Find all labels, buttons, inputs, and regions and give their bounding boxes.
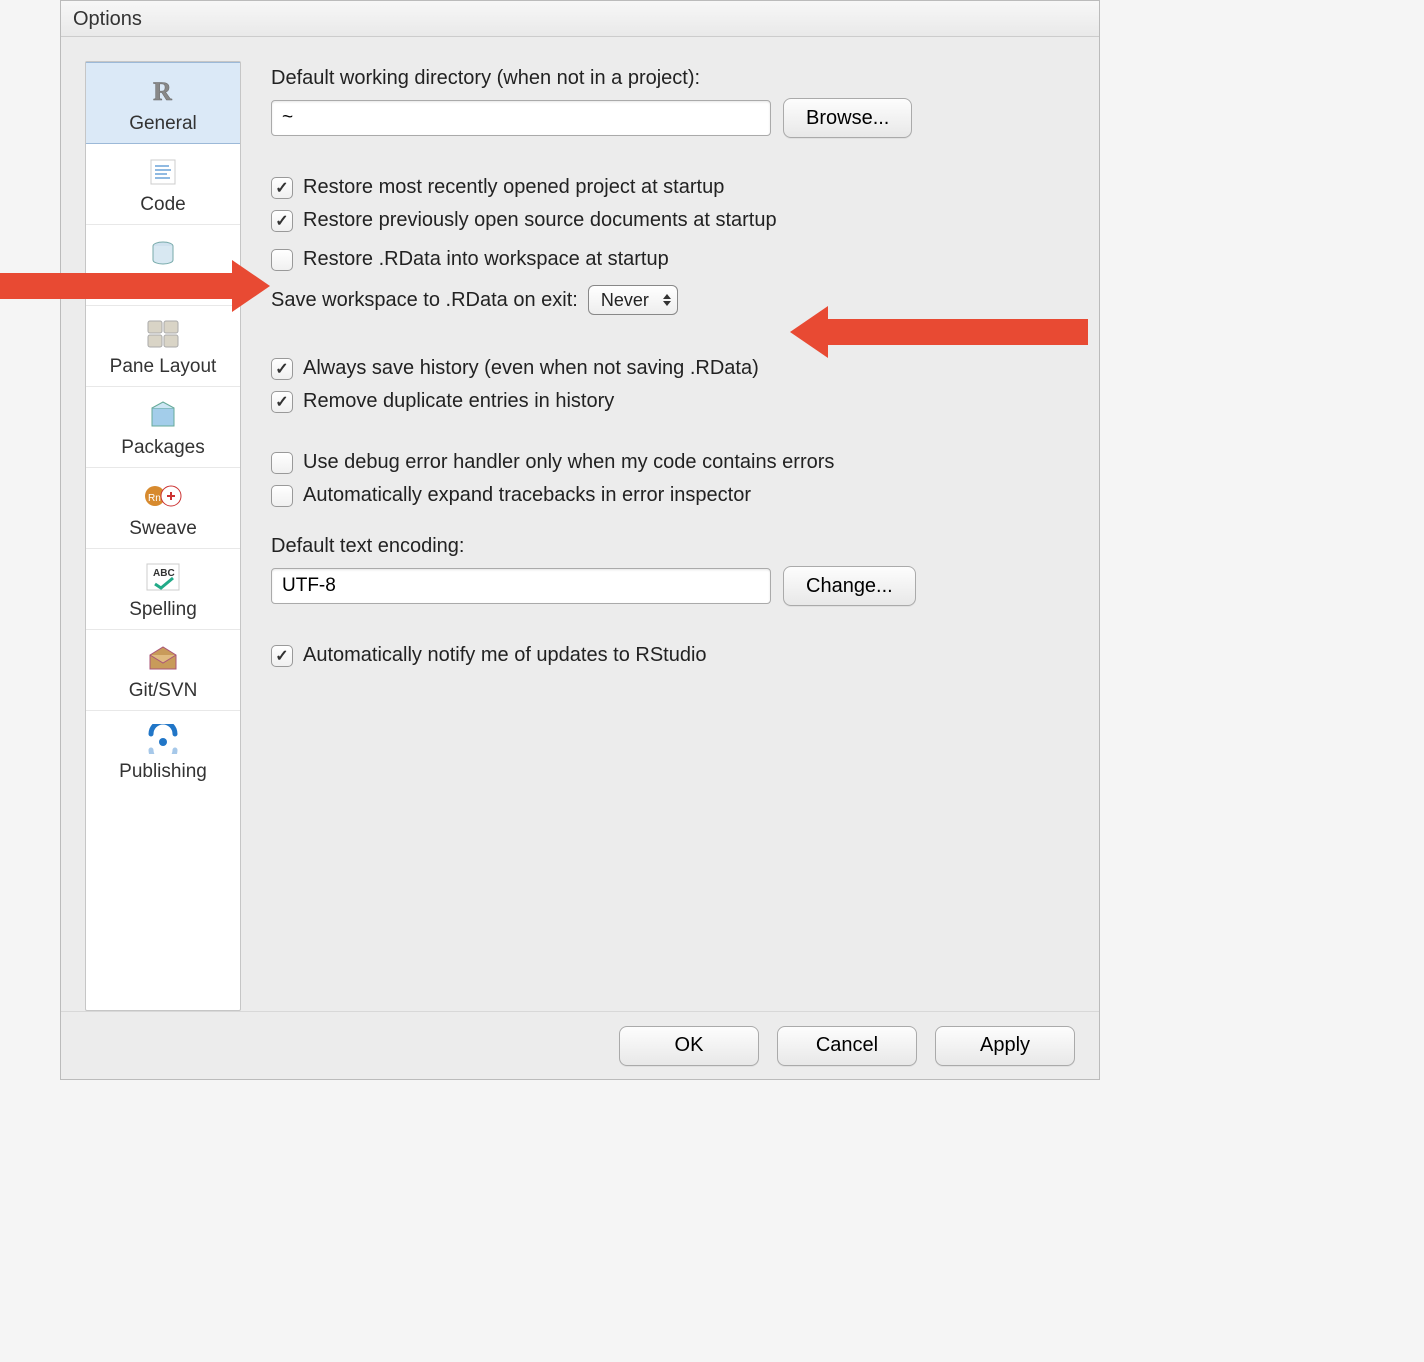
dialog-footer: OK Cancel Apply: [61, 1011, 1099, 1079]
pane-layout-icon: [146, 316, 180, 352]
sidebar-item-packages[interactable]: Packages: [86, 387, 240, 468]
sidebar-item-git-svn[interactable]: Git/SVN: [86, 630, 240, 711]
svg-text:R: R: [153, 77, 172, 106]
expand-traceback-checkbox[interactable]: [271, 485, 293, 507]
sidebar-item-spelling[interactable]: ABC Spelling: [86, 549, 240, 630]
options-dialog: Options R General: [60, 0, 1100, 1080]
restore-project-checkbox[interactable]: [271, 177, 293, 199]
notify-updates-checkbox[interactable]: [271, 645, 293, 667]
ok-button[interactable]: OK: [619, 1026, 759, 1066]
svg-text:ABC: ABC: [153, 568, 175, 579]
sidebar-item-label: Publishing: [119, 761, 207, 783]
save-workspace-label: Save workspace to .RData on exit:: [271, 289, 578, 312]
sidebar-item-label: Pane Layout: [110, 356, 217, 378]
sidebar-item-label: Appearance: [112, 275, 214, 297]
code-icon: [147, 154, 179, 190]
change-button[interactable]: Change...: [783, 566, 916, 606]
sidebar-item-label: Packages: [121, 437, 204, 459]
options-sidebar: R General Code: [85, 61, 241, 1011]
working-dir-input[interactable]: [271, 100, 771, 136]
encoding-label: Default text encoding:: [271, 535, 1075, 558]
appearance-icon: [146, 235, 180, 271]
encoding-input[interactable]: [271, 568, 771, 604]
sidebar-item-publishing[interactable]: Publishing: [86, 711, 240, 791]
restore-rdata-checkbox[interactable]: [271, 249, 293, 271]
sidebar-item-code[interactable]: Code: [86, 144, 240, 225]
sidebar-item-label: Sweave: [129, 518, 197, 540]
save-workspace-select[interactable]: Never: [588, 285, 678, 315]
cancel-button[interactable]: Cancel: [777, 1026, 917, 1066]
r-logo-icon: R: [143, 73, 183, 109]
apply-button[interactable]: Apply: [935, 1026, 1075, 1066]
sidebar-item-appearance[interactable]: Appearance: [86, 225, 240, 306]
debug-handler-label[interactable]: Use debug error handler only when my cod…: [303, 451, 834, 474]
sidebar-item-pane-layout[interactable]: Pane Layout: [86, 306, 240, 387]
spelling-icon: ABC: [143, 559, 183, 595]
publishing-icon: [145, 721, 181, 757]
debug-handler-checkbox[interactable]: [271, 452, 293, 474]
sidebar-item-label: Spelling: [129, 599, 197, 621]
always-save-history-checkbox[interactable]: [271, 358, 293, 380]
sidebar-item-sweave[interactable]: Rnw Sweave: [86, 468, 240, 549]
packages-icon: [146, 397, 180, 433]
save-workspace-value: Never: [601, 290, 649, 311]
sweave-icon: Rnw: [143, 478, 183, 514]
working-dir-label: Default working directory (when not in a…: [271, 67, 1075, 90]
restore-project-label[interactable]: Restore most recently opened project at …: [303, 176, 724, 199]
restore-docs-label[interactable]: Restore previously open source documents…: [303, 209, 777, 232]
dialog-content: R General Code: [61, 37, 1099, 1011]
select-caret-icon: [663, 294, 671, 306]
git-svn-icon: [146, 640, 180, 676]
dialog-title: Options: [61, 1, 1099, 37]
general-options-panel: Default working directory (when not in a…: [241, 61, 1075, 1011]
sidebar-item-label: Git/SVN: [129, 680, 198, 702]
sidebar-item-label: Code: [140, 194, 185, 216]
expand-traceback-label[interactable]: Automatically expand tracebacks in error…: [303, 484, 751, 507]
sidebar-item-label: General: [129, 113, 197, 135]
browse-button[interactable]: Browse...: [783, 98, 912, 138]
notify-updates-label[interactable]: Automatically notify me of updates to RS…: [303, 644, 707, 667]
restore-rdata-label[interactable]: Restore .RData into workspace at startup: [303, 248, 669, 271]
remove-dup-history-label[interactable]: Remove duplicate entries in history: [303, 390, 614, 413]
restore-docs-checkbox[interactable]: [271, 210, 293, 232]
sidebar-item-general[interactable]: R General: [86, 62, 240, 144]
always-save-history-label[interactable]: Always save history (even when not savin…: [303, 357, 759, 380]
remove-dup-history-checkbox[interactable]: [271, 391, 293, 413]
